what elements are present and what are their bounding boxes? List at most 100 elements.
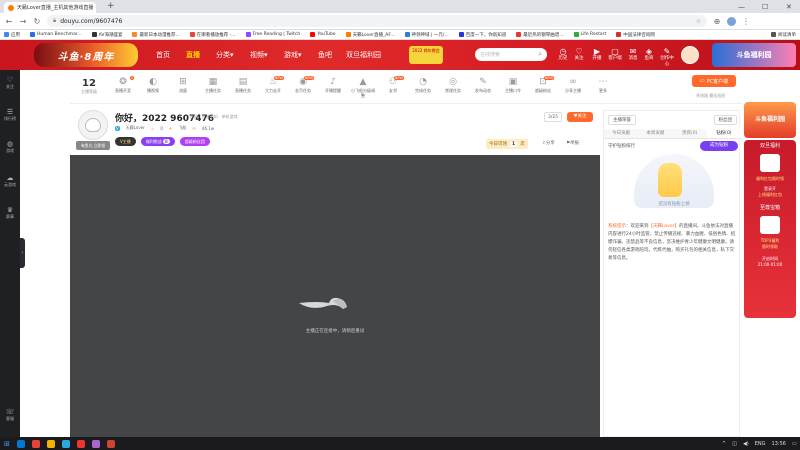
nav-video[interactable]: 视频▾ — [250, 50, 268, 60]
notification-icon[interactable]: ▭ — [792, 441, 797, 447]
header-shop-button[interactable]: ◈ 鱼商 — [642, 47, 656, 62]
bookmark-item[interactable]: 天籁Lover直播_AF... — [345, 32, 395, 38]
fan-club-button[interactable]: 粉丝团 — [713, 115, 737, 125]
sidebar-item-service[interactable]: ☏ 客服 — [0, 408, 20, 421]
bookmark-item[interactable]: 最新日本动漫推荐... — [132, 32, 180, 38]
toolbar-item[interactable]: ▲ 小飞船分级调整 — [350, 76, 376, 98]
nav-live[interactable]: 直播 — [186, 50, 200, 60]
chevron-up-icon[interactable]: ^ — [722, 441, 726, 447]
sidebar-item-follow[interactable]: ♡ 关注 — [0, 76, 20, 89]
anchor-honor-button[interactable]: 主播荣誉 — [608, 115, 636, 125]
user-avatar[interactable] — [681, 46, 699, 64]
tab-contribution[interactable]: 钻粉(0) — [706, 129, 741, 138]
nav-home[interactable]: 首页 — [156, 50, 170, 60]
minimize-button[interactable]: — — [738, 0, 745, 13]
room-category[interactable]: 房间 · 其他主机 · 单机游戏 — [190, 114, 238, 120]
toolbar-item[interactable]: ✎ 发布动态 — [470, 76, 496, 93]
nav-yuba[interactable]: 鱼吧 — [318, 50, 332, 60]
tab-contribution[interactable]: 贵宾(0) — [673, 129, 707, 138]
welfare-ad-top[interactable]: 斗鱼福利园 — [744, 102, 796, 138]
bookmark-item[interactable]: 在哪看播放推荐 -... — [189, 32, 236, 38]
bookmark-item[interactable]: YouTube — [310, 32, 336, 37]
rank-badge[interactable]: 3/25 — [544, 112, 563, 122]
sidebar-item-ranking[interactable]: ☰ 排行榜 — [0, 108, 20, 121]
toolbar-item[interactable]: ⊞ 流量 — [170, 76, 196, 93]
streamer-avatar[interactable] — [78, 110, 108, 140]
become-diamond-fan-button[interactable]: 成为钻粉 — [700, 141, 738, 151]
v-anchor-badge[interactable]: V主播 — [115, 137, 136, 146]
bookmark-item[interactable]: AV海潮盛宴 — [91, 32, 122, 38]
toolbar-item[interactable]: ♨ 大力去开 NEW — [260, 76, 286, 93]
sidebar-item-games[interactable]: ◍ 游戏 — [0, 140, 20, 153]
toolbar-item[interactable]: ⚇ 友邻 NEW — [380, 76, 406, 93]
toolbar-item[interactable]: ◎ 常规任务 — [440, 76, 466, 93]
header-creator-button[interactable]: ✎ 创作中心 — [660, 47, 674, 68]
taskbar-app-icon[interactable] — [76, 439, 85, 448]
url-bar[interactable]: 🔒︎ douyu.com/9607476 ☆ — [47, 15, 707, 27]
video-player[interactable]: 主播正在连接中，请稍后重试 — [70, 155, 600, 437]
extensions-icon[interactable]: ⊕ — [713, 17, 721, 26]
bookmark-item[interactable]: 百度一下，你就知道 — [458, 32, 506, 38]
superfan-tag[interactable]: 超级粉丝团 — [179, 137, 210, 146]
profile-icon[interactable] — [727, 16, 736, 26]
menu-icon[interactable]: ⋮ — [742, 17, 750, 26]
taskbar-app-icon[interactable] — [31, 439, 40, 448]
bookmark-item[interactable]: 中国法律咨询网 — [616, 32, 655, 38]
tab-contribution[interactable]: 今日贡献 — [604, 129, 638, 138]
taskbar-app-icon[interactable] — [46, 439, 55, 448]
header-follow-button[interactable]: ♡ 关注 — [572, 47, 586, 62]
reload-icon[interactable]: ↻ — [33, 17, 41, 26]
toolbar-item[interactable]: ⊡ 超级粉丝 NEW — [530, 76, 556, 93]
header-client-button[interactable]: ▢ 客户端 — [608, 47, 622, 62]
taskbar-app-icon[interactable] — [106, 439, 115, 448]
share-button[interactable]: ⇪分享 — [542, 140, 555, 146]
bookmark-item[interactable]: Life Restart — [573, 32, 606, 37]
toolbar-item[interactable]: ◉ 金币任务 NEW — [290, 76, 316, 93]
follow-button[interactable]: ♥关注 — [567, 112, 593, 122]
claim-yuwan-button[interactable]: 有鱼丸 立即领 — [76, 141, 110, 150]
anchor-level[interactable]: 12 主播等级 — [74, 78, 104, 95]
nav-game[interactable]: 游戏▾ — [284, 50, 302, 60]
nav-welfare[interactable]: 双旦福利园 — [346, 50, 381, 60]
header-message-button[interactable]: ✉ 消息 — [626, 47, 640, 62]
toolbar-item[interactable]: ▤ 直播任务 — [230, 76, 256, 93]
today-claim[interactable]: 今日可领 1 次 — [486, 139, 528, 149]
taskbar-app-icon[interactable] — [91, 439, 100, 448]
sidebar-item-cloud-games[interactable]: ☁ 云游戏 — [0, 174, 20, 187]
newyear-promo-badge[interactable]: 2022 跨年晚会 — [409, 46, 443, 64]
toolbar-item[interactable]: ◐ 播视频 — [140, 76, 166, 93]
network-icon[interactable]: ◫ — [732, 441, 737, 447]
welfare-ad-side[interactable]: 双旦福利 福利红包限时领 登录开 上线福利红包 至尊宝箱 TOP3福利 限时领取… — [744, 140, 796, 318]
header-history-button[interactable]: ◷ 历史 — [556, 47, 570, 62]
star-icon[interactable]: ☆ — [696, 18, 701, 25]
back-icon[interactable]: ← — [5, 17, 13, 26]
search-icon[interactable]: ⌕ — [538, 50, 542, 59]
new-tab-button[interactable]: + — [107, 2, 115, 11]
toolbar-item[interactable]: ◔ 完成任务 — [410, 76, 436, 93]
bookmark-item[interactable]: Free Reading | Twitch — [245, 32, 300, 37]
search-input[interactable]: 在线搜索 — [480, 51, 500, 58]
volume-icon[interactable]: ◀) — [743, 441, 749, 447]
maximize-button[interactable]: ☐ — [762, 0, 768, 13]
toolbar-item[interactable]: ▦ 主播任务 — [200, 76, 226, 93]
toolbar-item[interactable]: ▣ 主播口令 — [500, 76, 526, 93]
streamer-name[interactable]: 天籁Lover — [126, 125, 145, 131]
sidebar-item-esports[interactable]: ♛ 赛事 — [0, 206, 20, 219]
forward-icon[interactable]: → — [19, 17, 27, 26]
bookmark-item[interactable]: Human Benchmar... — [30, 32, 82, 37]
clock[interactable]: 13:56 — [772, 441, 786, 447]
nav-category[interactable]: 分类▾ — [216, 50, 234, 60]
toolbar-item[interactable]: ❂ 直播开奖 1 — [110, 76, 136, 93]
header-broadcast-button[interactable]: ▶ 开播 — [590, 47, 604, 62]
pc-client-button[interactable]: ▭ PC客户端 — [692, 75, 736, 87]
report-button[interactable]: ⚑举报 — [566, 140, 579, 146]
taskbar-app-icon[interactable] — [61, 439, 70, 448]
windows-start-icon[interactable]: ⊞ — [4, 440, 10, 448]
toolbar-item[interactable]: ⋯ 更多 — [590, 76, 616, 93]
bookmark-item[interactable]: 最近热的钢琴曲谱... — [516, 32, 564, 38]
toolbar-item[interactable]: ∞ 分享主播 — [560, 76, 586, 93]
bookmark-item[interactable]: 神领神域 | 一元/... — [404, 32, 449, 38]
taskbar-app-icon[interactable] — [16, 439, 25, 448]
toolbar-item[interactable]: ♪ 开播提醒 — [320, 76, 346, 93]
search-box[interactable]: 在线搜索 ⌕ — [475, 48, 547, 61]
